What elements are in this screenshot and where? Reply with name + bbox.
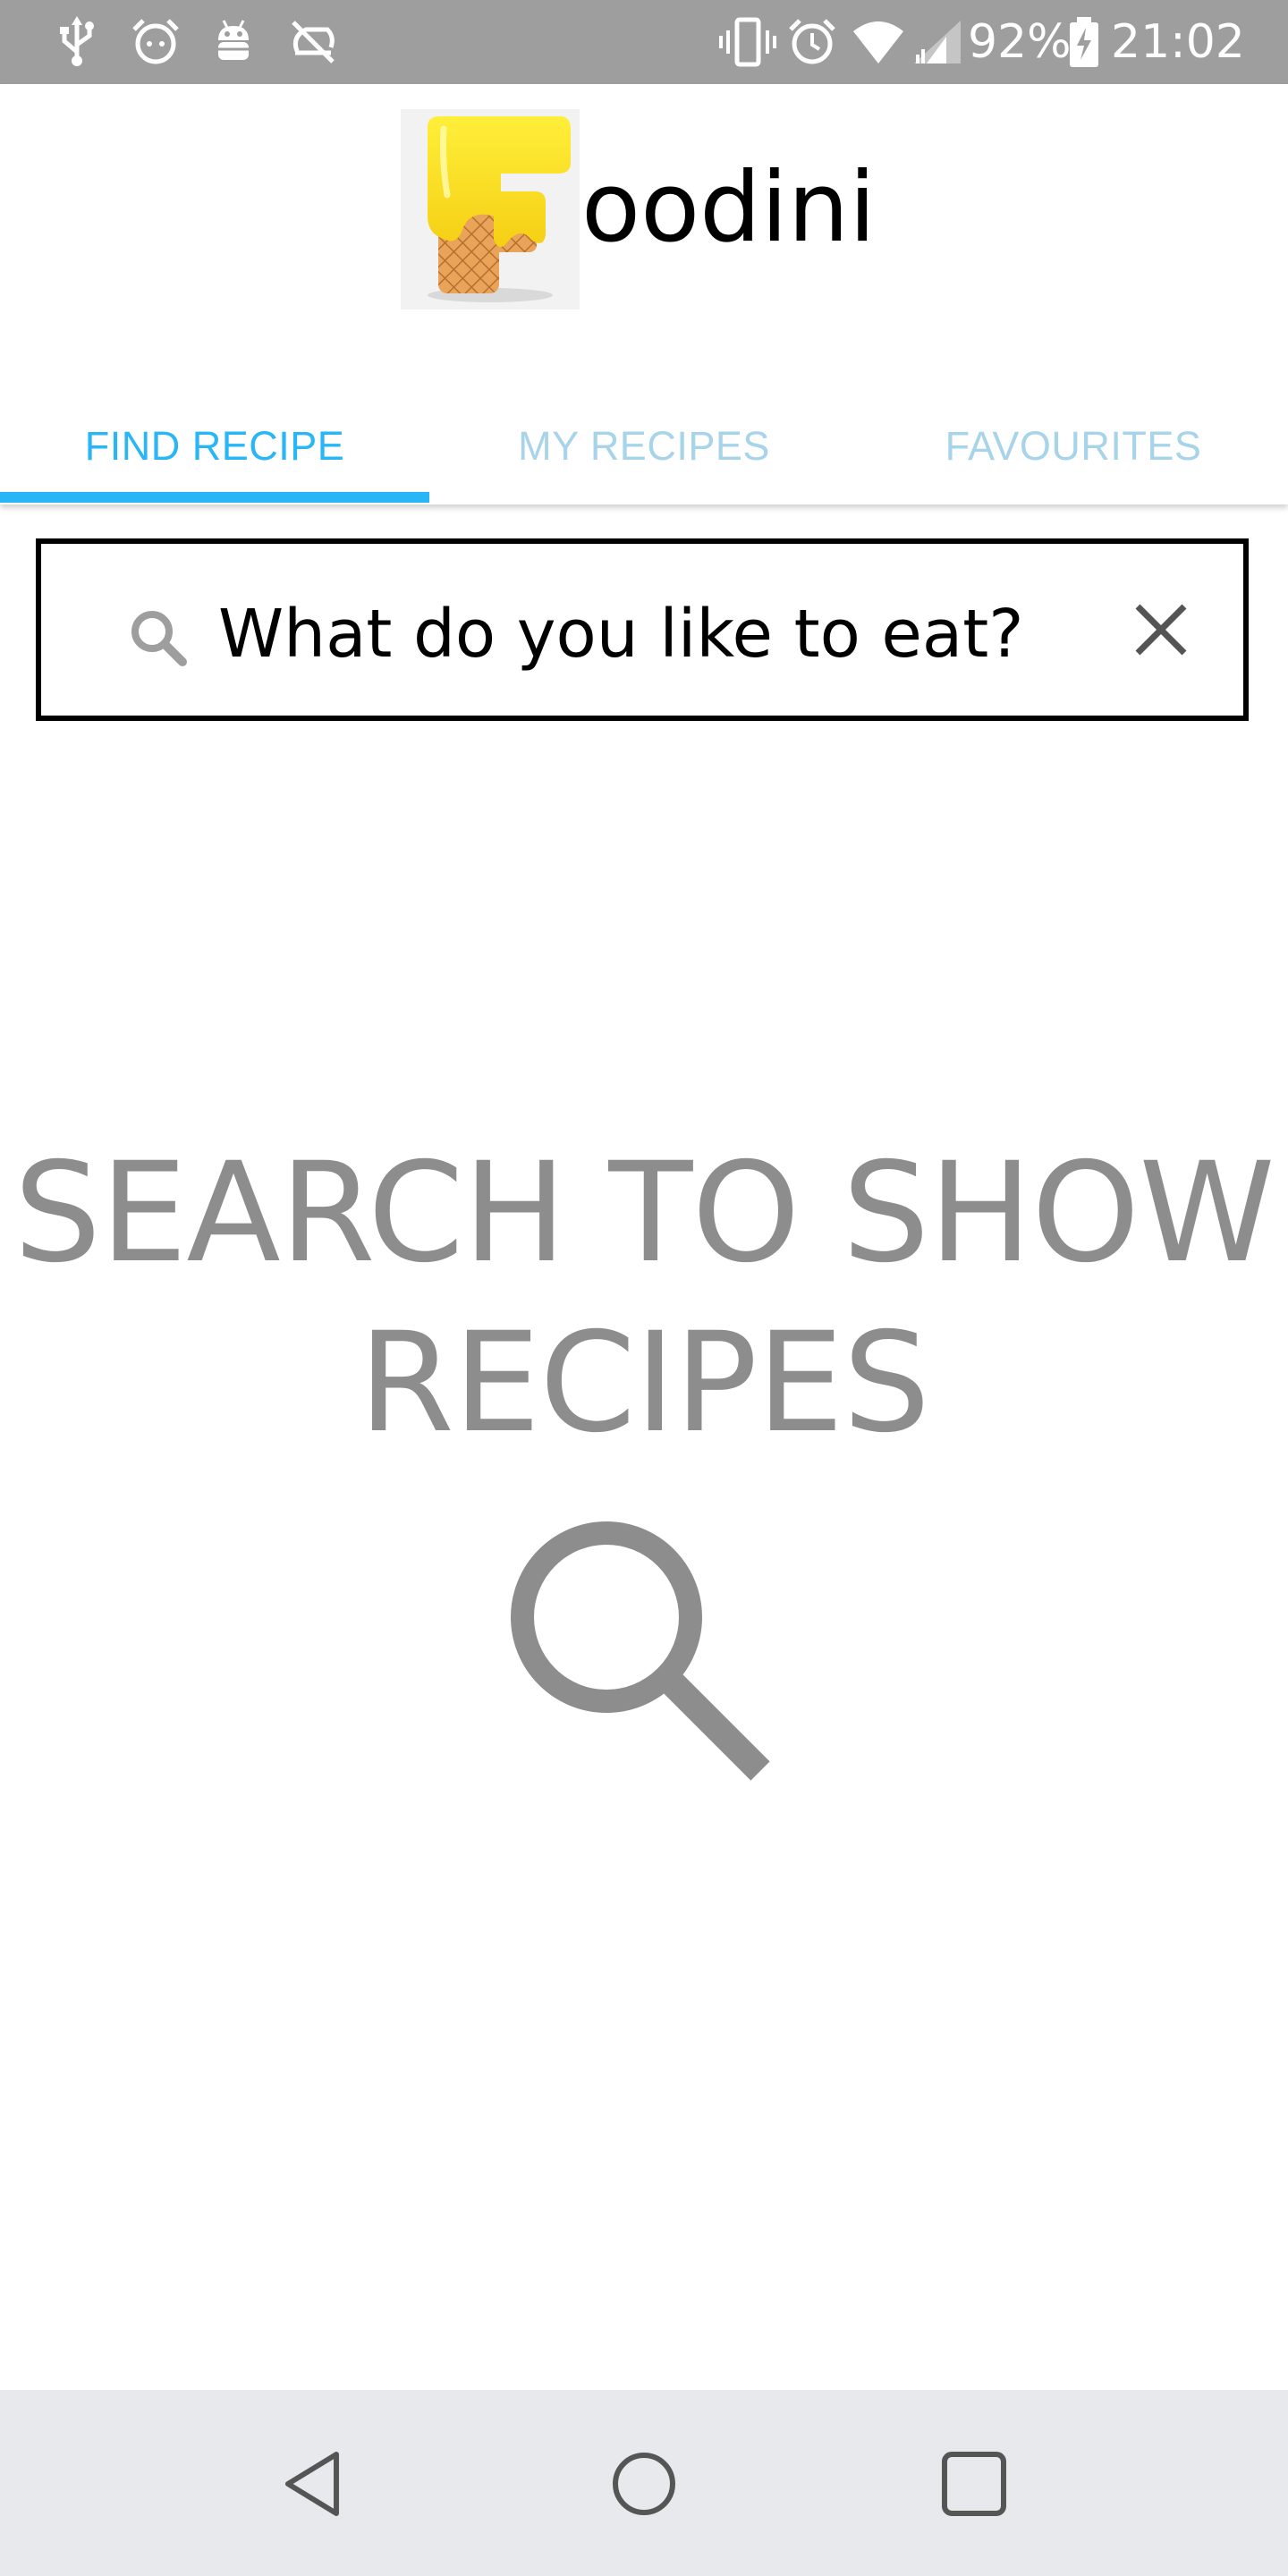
empty-state-line-1: SEARCH TO SHOW (13, 1133, 1275, 1293)
battery-percent: 92% (968, 15, 1072, 69)
search-input[interactable] (216, 580, 1025, 689)
search-icon (127, 606, 190, 674)
sync-off-icon (288, 16, 338, 68)
usb-icon (57, 16, 97, 68)
tab-my-recipes[interactable]: MY RECIPES (429, 388, 859, 504)
app-header: oodini FIND RECIPE MY RECIPES FAVOURITES (0, 84, 1288, 504)
empty-state-line-2: RECIPES (358, 1303, 930, 1463)
search-bar[interactable] (36, 538, 1249, 721)
status-bar: 92% 21:02 (0, 0, 1288, 84)
signal-icon (909, 16, 962, 68)
tab-favourites[interactable]: FAVOURITES (859, 388, 1288, 504)
recents-icon[interactable] (925, 2435, 1023, 2533)
tab-indicator (0, 492, 429, 503)
empty-state-message: SEARCH TO SHOW RECIPES (0, 1129, 1288, 1469)
app-title: oodini (581, 152, 877, 264)
back-icon[interactable] (265, 2435, 363, 2533)
android-debug-icon (211, 16, 256, 68)
home-icon[interactable] (595, 2435, 693, 2533)
foodini-logo-icon (401, 109, 580, 309)
wifi-icon (852, 16, 905, 68)
close-icon[interactable] (1120, 589, 1202, 671)
navigation-bar (0, 2390, 1288, 2576)
alarm-face-icon (131, 16, 181, 68)
clock: 21:02 (1111, 15, 1245, 69)
search-icon (501, 1512, 787, 1802)
alarm-icon (787, 16, 837, 68)
tab-find-recipe[interactable]: FIND RECIPE (0, 388, 429, 504)
battery-charging-icon (1068, 16, 1100, 68)
vibrate-icon (719, 16, 776, 68)
